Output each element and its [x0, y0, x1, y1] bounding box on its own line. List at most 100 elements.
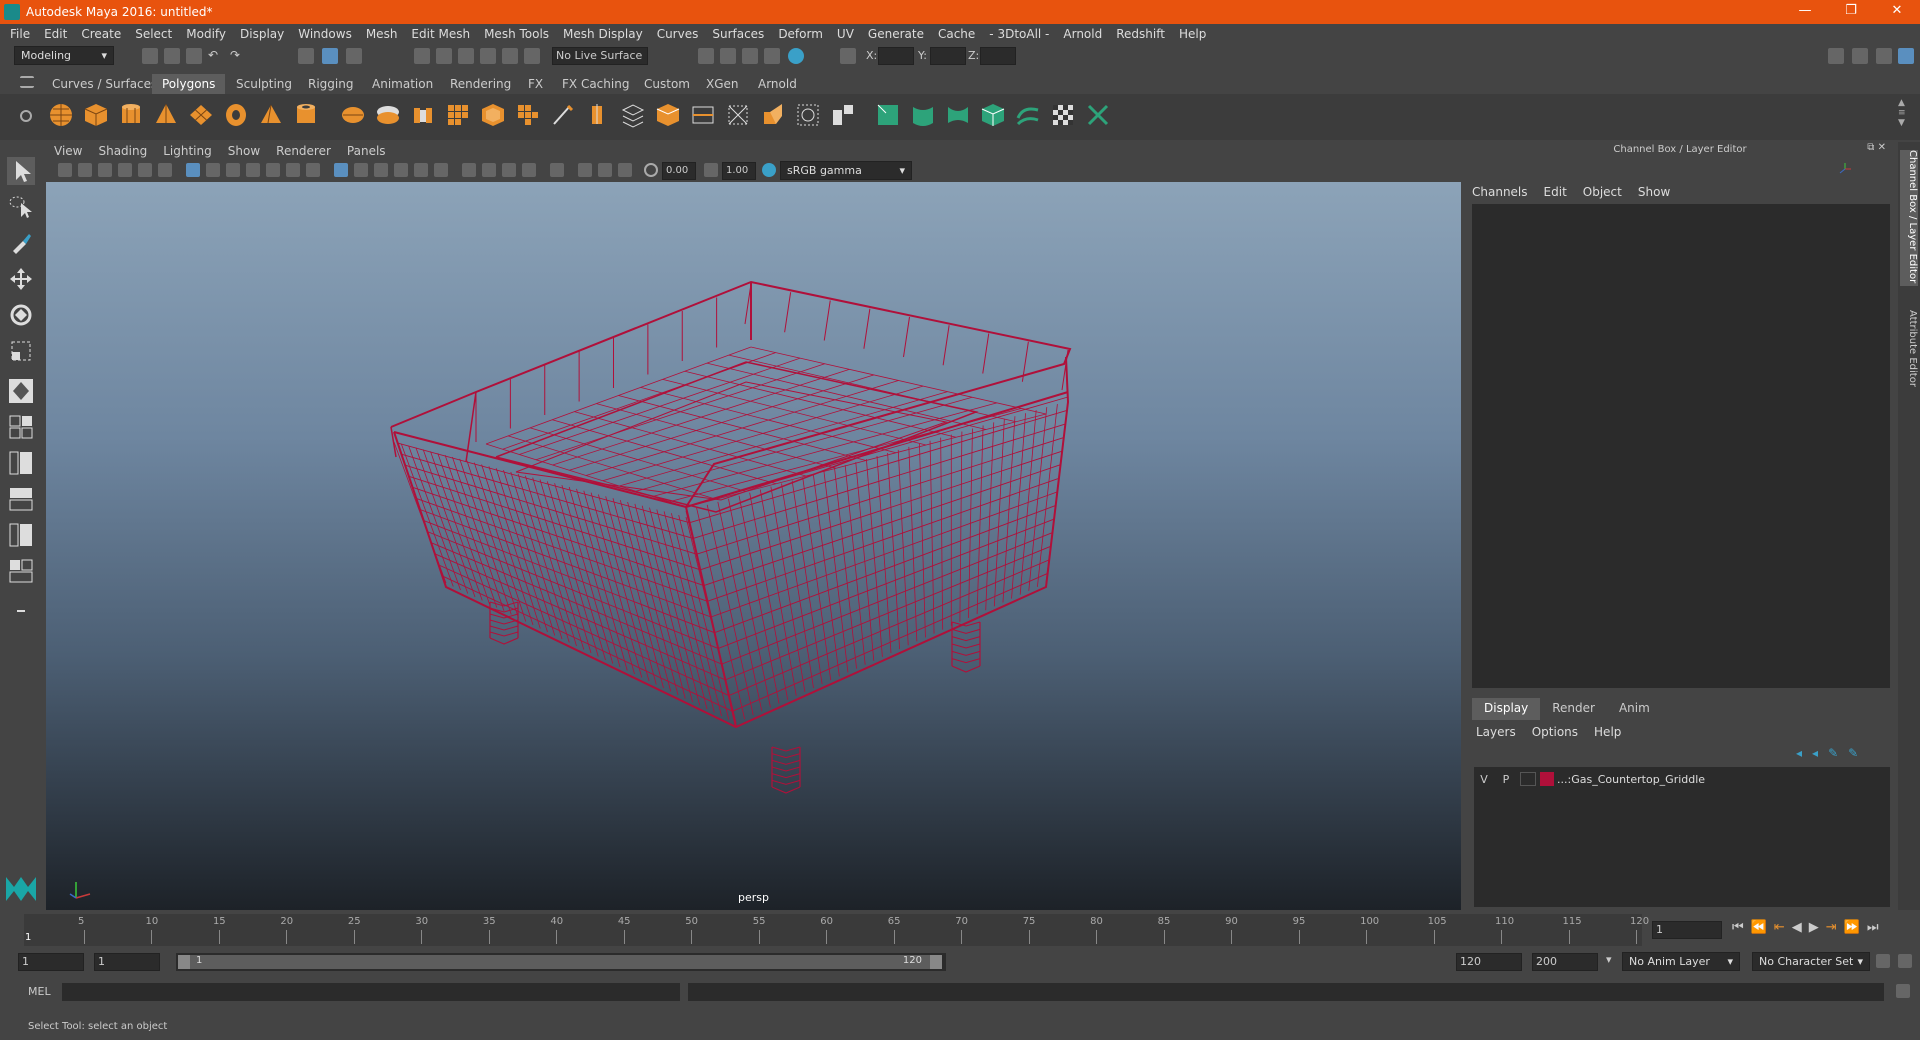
- menu-cache[interactable]: Cache: [938, 27, 975, 41]
- bridge-icon[interactable]: [515, 102, 541, 128]
- circularize-icon[interactable]: [795, 102, 821, 128]
- select-by-hierarchy-icon[interactable]: [298, 48, 314, 64]
- menu-edit-mesh[interactable]: Edit Mesh: [411, 27, 470, 41]
- shadows-icon[interactable]: [434, 163, 448, 177]
- menu-mesh[interactable]: Mesh: [366, 27, 398, 41]
- step-forward-key-icon[interactable]: ⏩: [1844, 920, 1860, 935]
- poly-pyramid-icon[interactable]: [258, 102, 284, 128]
- snap-view-plane-icon[interactable]: [480, 48, 496, 64]
- shelf-settings-icon[interactable]: [20, 110, 32, 122]
- magnet-icon[interactable]: [524, 48, 540, 64]
- screen-space-ao-icon[interactable]: [462, 163, 476, 177]
- viewport-menu-lighting[interactable]: Lighting: [163, 144, 212, 158]
- mel-label[interactable]: MEL: [28, 985, 51, 998]
- combine-icon[interactable]: [340, 102, 366, 128]
- playback-end-field[interactable]: 120: [1456, 953, 1522, 971]
- panel-float-close-icons[interactable]: ⧉ ✕: [1867, 142, 1886, 153]
- command-input[interactable]: [62, 983, 680, 1001]
- gate-mask-icon[interactable]: [246, 163, 260, 177]
- channel-box-menu-edit[interactable]: Edit: [1544, 185, 1567, 199]
- play-forwards-icon[interactable]: ▶: [1809, 920, 1819, 935]
- channel-box-menu-channels[interactable]: Channels: [1472, 185, 1528, 199]
- select-by-object-icon[interactable]: [322, 48, 338, 64]
- two-d-pan-icon[interactable]: [138, 163, 152, 177]
- layer-color-swatch[interactable]: [1540, 772, 1554, 786]
- step-back-frame-icon[interactable]: ⇤: [1774, 920, 1785, 935]
- shelf-tab-rigging[interactable]: Rigging: [298, 74, 363, 94]
- viewport-menu-shading[interactable]: Shading: [98, 144, 147, 158]
- bevel-icon[interactable]: [480, 102, 506, 128]
- shelf-menu-icon[interactable]: [20, 76, 34, 88]
- shelf-tab-sculpting[interactable]: Sculpting: [226, 74, 302, 94]
- anti-aliasing-icon[interactable]: [502, 163, 516, 177]
- x-field[interactable]: [878, 47, 914, 65]
- layer-menu-options[interactable]: Options: [1532, 725, 1578, 739]
- scale-tool-icon[interactable]: [7, 337, 35, 365]
- planar-uv-icon[interactable]: [875, 102, 901, 128]
- camera-attributes-icon[interactable]: [78, 163, 92, 177]
- poly-cone-icon[interactable]: [153, 102, 179, 128]
- menu-windows[interactable]: Windows: [298, 27, 352, 41]
- save-scene-icon[interactable]: [186, 48, 202, 64]
- redo-icon[interactable]: ↷: [230, 48, 246, 64]
- spherical-uv-icon[interactable]: [945, 102, 971, 128]
- menu-surfaces[interactable]: Surfaces: [712, 27, 764, 41]
- shelf-scroll-arrows-icon[interactable]: ▲ ≡ ▼: [1898, 98, 1906, 128]
- layer-playback-toggle[interactable]: P: [1496, 773, 1516, 786]
- menu-arnold[interactable]: Arnold: [1063, 27, 1102, 41]
- persp-outliner-layout-icon[interactable]: [7, 449, 35, 477]
- new-scene-icon[interactable]: [142, 48, 158, 64]
- current-frame-field[interactable]: 1: [1652, 921, 1722, 939]
- xray-icon[interactable]: [578, 163, 592, 177]
- grease-pencil-icon[interactable]: [158, 163, 172, 177]
- select-by-component-icon[interactable]: [346, 48, 362, 64]
- menu-generate[interactable]: Generate: [868, 27, 924, 41]
- safe-action-icon[interactable]: [286, 163, 300, 177]
- layer-display-type-toggle[interactable]: [1520, 772, 1536, 786]
- persp-texture-layout-icon[interactable]: [7, 557, 35, 585]
- go-to-start-icon[interactable]: ⏮: [1732, 920, 1744, 935]
- snap-curve-icon[interactable]: [436, 48, 452, 64]
- playback-start-field[interactable]: 1: [94, 953, 160, 971]
- select-tool-icon[interactable]: [7, 157, 35, 185]
- tool-settings-toggle-icon[interactable]: [1876, 48, 1892, 64]
- persp-graph-layout-icon[interactable]: [7, 485, 35, 513]
- channel-box-menu-show[interactable]: Show: [1638, 185, 1670, 199]
- hypershade-icon[interactable]: [788, 48, 804, 64]
- anim-layer-dropdown[interactable]: No Anim Layer ▾: [1622, 952, 1740, 971]
- y-field[interactable]: [930, 47, 966, 65]
- depth-of-field-icon[interactable]: [522, 163, 536, 177]
- append-polygon-icon[interactable]: [620, 102, 646, 128]
- transform-mode-icon[interactable]: [840, 48, 856, 64]
- layer-tab-render[interactable]: Render: [1540, 698, 1607, 720]
- grid-toggle-icon[interactable]: [186, 163, 200, 177]
- perspective-viewport[interactable]: persp: [46, 182, 1461, 910]
- use-all-lights-icon[interactable]: [414, 163, 428, 177]
- range-start-grip[interactable]: [178, 955, 190, 969]
- shelf-tab-animation[interactable]: Animation: [362, 74, 443, 94]
- side-tab-channel-box[interactable]: Channel Box / Layer Editor: [1900, 150, 1918, 286]
- mirror-icon[interactable]: [830, 102, 856, 128]
- modeling-toolkit-icon[interactable]: [1828, 48, 1844, 64]
- end-time-field[interactable]: 200: [1532, 953, 1598, 971]
- menu-curves[interactable]: Curves: [657, 27, 699, 41]
- paint-select-tool-icon[interactable]: [7, 229, 35, 257]
- layer-row[interactable]: V P ...:Gas_Countertop_Griddle: [1474, 769, 1890, 789]
- play-backwards-icon[interactable]: ◀: [1792, 920, 1802, 935]
- snap-grid-icon[interactable]: [414, 48, 430, 64]
- menu-edit[interactable]: Edit: [44, 27, 67, 41]
- xray-joints-icon[interactable]: [618, 163, 632, 177]
- viewport-menu-view[interactable]: View: [54, 144, 82, 158]
- ipr-render-icon[interactable]: [742, 48, 758, 64]
- wireframe-on-shaded-icon[interactable]: [374, 163, 388, 177]
- separate-icon[interactable]: [375, 102, 401, 128]
- layer-tab-anim[interactable]: Anim: [1607, 698, 1662, 720]
- range-slider[interactable]: 1 120: [176, 953, 946, 971]
- viewport-menu-show[interactable]: Show: [228, 144, 260, 158]
- time-slider[interactable]: 1 5 10 15 20 25 30 35 40 45 50 55 60 65 70 75 80 85 90 95 1…: [0, 912, 1920, 948]
- auto-key-icon[interactable]: [1876, 954, 1890, 968]
- shelf-tab-fx[interactable]: FX: [518, 74, 553, 94]
- live-surface-field[interactable]: No Live Surface: [552, 47, 648, 65]
- cut-sew-uv-icon[interactable]: [1085, 102, 1111, 128]
- color-space-dropdown[interactable]: sRGB gamma ▾: [780, 161, 912, 180]
